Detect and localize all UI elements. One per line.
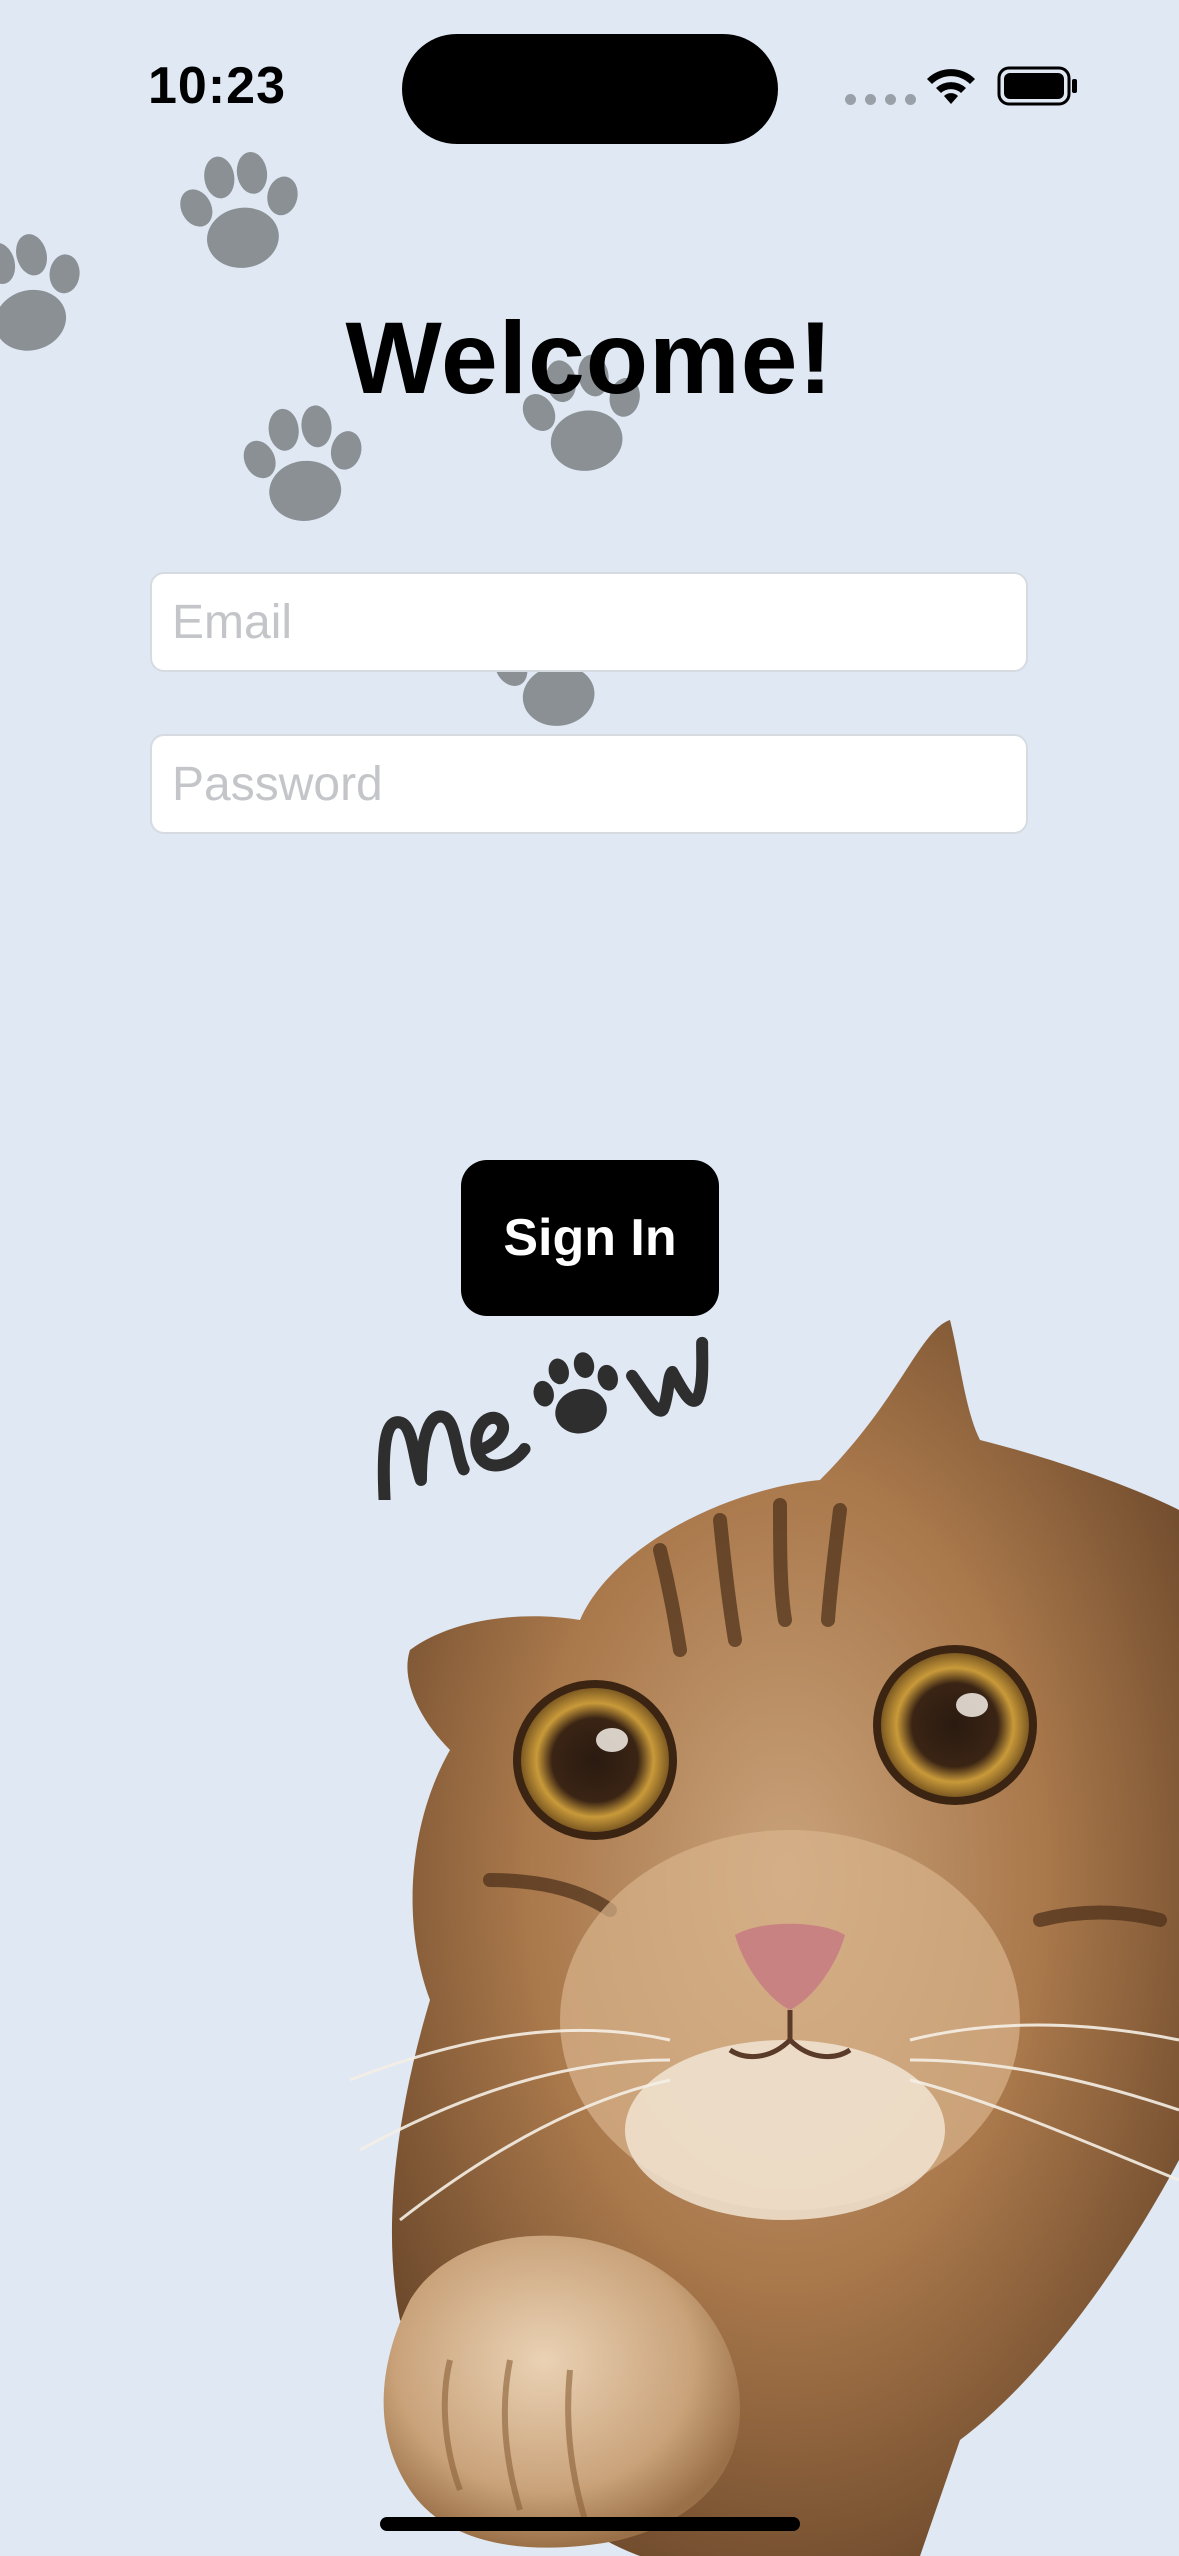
email-field[interactable]: [150, 572, 1028, 672]
battery-icon: [997, 66, 1077, 106]
cat-illustration: [349, 1320, 1179, 2556]
password-field[interactable]: [150, 734, 1028, 834]
wifi-icon: [927, 69, 975, 104]
cellular-signal-icon: [845, 94, 916, 105]
page-title: Welcome!: [345, 301, 834, 415]
home-indicator[interactable]: [380, 2517, 800, 2531]
paw-print-icon: [180, 152, 298, 268]
dynamic-island: [402, 34, 778, 144]
login-screen: 10:23 Welcome! Email Sign In: [0, 0, 1179, 2556]
sign-in-button[interactable]: Sign In: [461, 1160, 719, 1316]
status-time: 10:23: [148, 57, 286, 115]
